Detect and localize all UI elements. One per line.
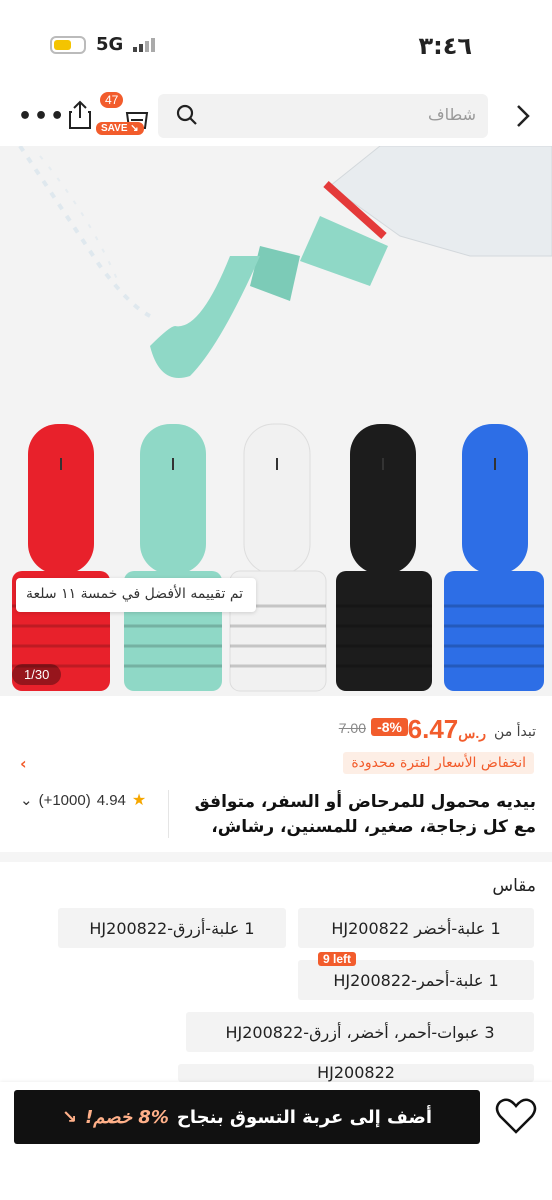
product-image-gallery[interactable]: تم تقييمه الأفضل في خمسة ١١ سلعة 1/30 (0, 146, 552, 696)
trend-down-icon: ↘ (62, 1106, 78, 1128)
old-price: 7.00 (338, 720, 366, 736)
chevron-left-icon[interactable]: ‹ (20, 754, 27, 773)
size-option[interactable]: 1 علبة-أحمر-HJ200822 (298, 960, 534, 1000)
deal-tag: انخفاض الأسعار لفترة محدودة (343, 752, 534, 774)
rating-value: 4.94 (96, 791, 126, 809)
review-count: (+1000) (38, 791, 91, 809)
product-image (12, 146, 552, 692)
cart-button[interactable]: 47 SAVE ↘ (96, 92, 158, 142)
battery-icon (50, 35, 86, 54)
stock-left-badge: 9 left (317, 952, 356, 966)
size-option[interactable]: HJ200822 (178, 1064, 534, 1082)
image-counter: 1/30 (12, 664, 62, 685)
search-input[interactable]: شطاف (158, 94, 488, 138)
size-option[interactable]: 1 علبة-أخضر HJ200822 (298, 908, 534, 948)
size-label: مقاس (492, 876, 536, 896)
price-value: 6.47 (407, 714, 459, 744)
network-label: 5G (96, 34, 124, 55)
signal-icon (133, 37, 156, 52)
size-option[interactable]: 3 عبوات-أحمر، أخضر، أزرق-HJ200822 (186, 1012, 534, 1052)
status-bar: 5G ٣:٤٦ (0, 0, 552, 88)
add-to-cart-button[interactable]: أضف إلى عربة التسوق بنجاح 8% خصم! ↘ (14, 1090, 480, 1144)
bottom-action-bar: أضف إلى عربة التسوق بنجاح 8% خصم! ↘ (0, 1082, 552, 1200)
heart-icon[interactable] (494, 1096, 538, 1136)
save-label: SAVE (101, 123, 128, 134)
top-bar: ••• 47 SAVE ↘ شطاف (0, 88, 552, 146)
promo-tooltip: تم تقييمه الأفضل في خمسة ١١ سلعة (16, 578, 256, 612)
add-to-cart-label: أضف إلى عربة التسوق بنجاح (176, 1106, 433, 1128)
star-icon: ★ (131, 792, 147, 809)
current-price: 6.47ر.س (408, 714, 486, 745)
product-title: بيديه محمول للمرحاض أو السفر، متوافق مع … (194, 792, 536, 837)
section-divider (0, 852, 552, 862)
price-from-label: تبدأ من (494, 724, 536, 740)
save-badge: SAVE ↘ (96, 122, 144, 135)
divider (168, 790, 169, 838)
back-chevron-icon[interactable] (512, 102, 532, 130)
product-variants-illustration (12, 423, 544, 692)
share-icon[interactable] (66, 100, 94, 130)
discount-badge: -8% (371, 718, 408, 736)
deal-row[interactable]: انخفاض الأسعار لفترة محدودة ‹ (0, 750, 552, 780)
search-icon[interactable] (176, 104, 198, 126)
search-placeholder: شطاف (428, 105, 476, 124)
status-indicators: 5G (50, 34, 156, 55)
cart-count-badge: 47 (100, 92, 124, 108)
more-options-button[interactable]: ••• (18, 104, 66, 129)
rating-summary[interactable]: ⌄ (+1000) 4.94 ★ (20, 790, 146, 810)
price-currency: ر.س (458, 725, 486, 741)
chevron-down-icon: ⌄ (20, 792, 33, 809)
status-time: ٣:٤٦ (418, 32, 472, 60)
size-option[interactable]: 1 علبة-أزرق-HJ200822 (58, 908, 286, 948)
price-row: تبدأ من 6.47ر.س -8% 7.00 (0, 708, 552, 748)
cart-discount-label: 8% خصم! (85, 1106, 169, 1128)
